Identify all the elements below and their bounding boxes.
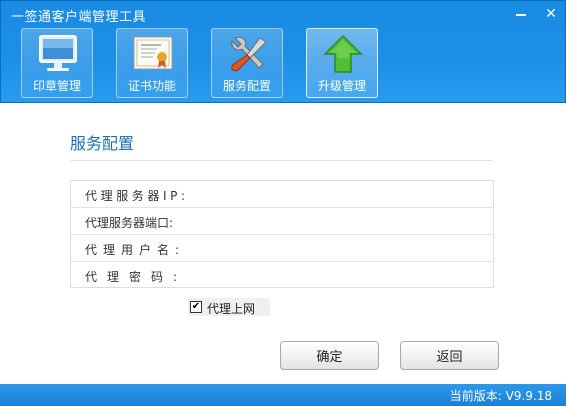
back-button[interactable]: 返回 bbox=[400, 341, 499, 370]
form-row-proxy-username: 代理用户名: bbox=[71, 235, 493, 262]
close-icon: ✕ bbox=[545, 6, 557, 22]
proxy-ip-input[interactable] bbox=[193, 184, 488, 204]
form-row-proxy-port: 代理服务器端口: bbox=[71, 208, 493, 235]
form-row-proxy-ip: 代理服务器IP: bbox=[71, 181, 493, 208]
toolbar-service-config[interactable]: 服务配置 bbox=[211, 28, 283, 98]
toolbar-label: 升级管理 bbox=[317, 79, 366, 93]
proxy-internet-checkbox[interactable]: ✔ 代理上网 bbox=[188, 298, 270, 316]
proxy-password-label: 代理密码: bbox=[85, 270, 188, 284]
proxy-settings-form: 代理服务器IP: 代理服务器端口: 代理用户名: 代理密码: bbox=[70, 180, 494, 288]
proxy-password-input[interactable] bbox=[193, 265, 488, 285]
ok-button[interactable]: 确定 bbox=[280, 341, 379, 370]
app-title: 一签通客户端管理工具 bbox=[11, 10, 147, 25]
minimize-icon bbox=[516, 14, 526, 16]
upgrade-arrow-icon bbox=[323, 34, 363, 73]
version-label: 当前版本: V9.9.18 bbox=[449, 389, 552, 403]
title-divider bbox=[70, 160, 493, 161]
form-row-proxy-password: 代理密码: bbox=[71, 262, 493, 289]
proxy-ip-label: 代理服务器IP: bbox=[85, 189, 189, 203]
certificate-icon bbox=[133, 36, 173, 70]
proxy-username-input[interactable] bbox=[193, 238, 488, 258]
proxy-port-input[interactable] bbox=[193, 211, 488, 231]
minimize-button[interactable] bbox=[507, 1, 535, 27]
proxy-username-label: 代理用户名: bbox=[85, 243, 186, 257]
toolbar-label: 证书功能 bbox=[127, 79, 176, 93]
title-bar: 一签通客户端管理工具 ✕ 印章管理 证书功能 服务配置 升级管理 bbox=[0, 0, 566, 103]
proxy-internet-label: 代理上网 bbox=[207, 302, 256, 316]
tools-icon bbox=[231, 36, 267, 72]
toolbar-certificate[interactable]: 证书功能 bbox=[116, 28, 188, 98]
status-bar: 当前版本: V9.9.18 bbox=[0, 384, 566, 406]
toolbar-label: 印章管理 bbox=[32, 79, 81, 93]
monitor-icon bbox=[39, 35, 77, 71]
toolbar-label: 服务配置 bbox=[222, 79, 271, 93]
toolbar-upgrade[interactable]: 升级管理 bbox=[306, 28, 378, 98]
close-button[interactable]: ✕ bbox=[537, 1, 565, 27]
toolbar-seal-management[interactable]: 印章管理 bbox=[21, 28, 93, 98]
proxy-port-label: 代理服务器端口: bbox=[85, 216, 174, 230]
checkmark-icon: ✔ bbox=[190, 301, 202, 313]
page-title: 服务配置 bbox=[70, 134, 135, 153]
